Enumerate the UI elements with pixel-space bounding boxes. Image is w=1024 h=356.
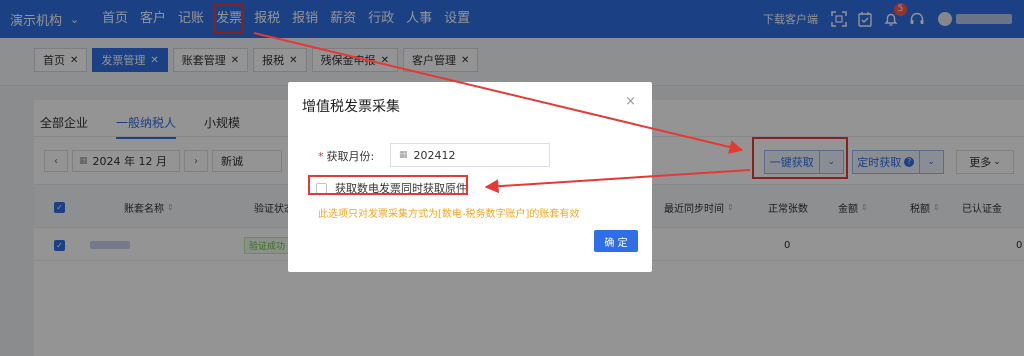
confirm-button[interactable]: 确 定 <box>594 230 638 252</box>
option-note: 此选项只对发票采集方式为[数电-税务数字账户]的账套有效 <box>318 209 580 220</box>
vat-invoice-collection-dialog: 增值税发票采集 × * 获取月份: ▦ 202412 获取数电发票同时获取原件 此选… <box>288 82 652 272</box>
annotation-highlight-box <box>308 175 468 195</box>
month-picker[interactable]: ▦ 202412 <box>390 143 550 167</box>
required-marker: * <box>318 150 324 163</box>
month-label-text: 获取月份: <box>326 150 375 163</box>
dialog-title: 增值税发票采集 <box>302 99 400 115</box>
month-value: 202412 <box>413 148 456 162</box>
month-label: * 获取月份: <box>318 148 374 164</box>
close-icon[interactable]: × <box>625 94 636 109</box>
calendar-icon: ▦ <box>399 150 408 160</box>
